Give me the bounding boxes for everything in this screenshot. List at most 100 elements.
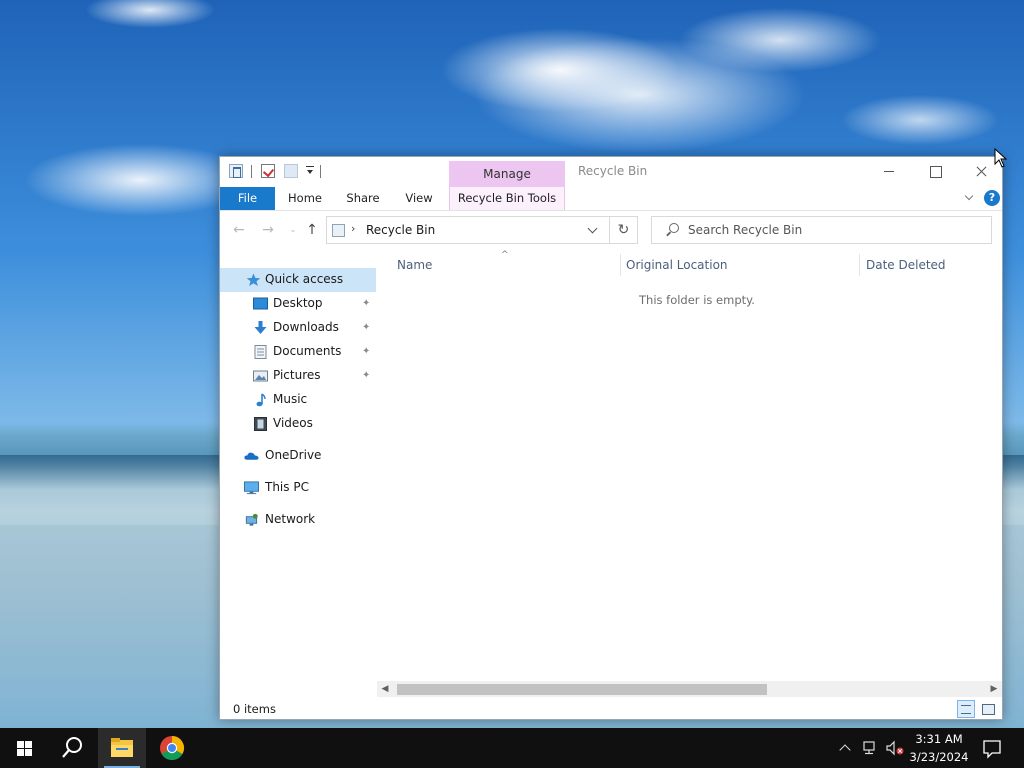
minimize-button[interactable] xyxy=(866,157,912,187)
scroll-left-icon[interactable]: ◀ xyxy=(379,683,391,695)
sidebar-item-downloads[interactable]: Downloads ✦ xyxy=(220,316,376,340)
sidebar-item-network[interactable]: Network xyxy=(220,508,376,532)
taskbar: 3:31 AM 3/23/2024 xyxy=(0,728,1024,768)
sidebar-item-label: OneDrive xyxy=(265,448,322,462)
network-icon xyxy=(245,513,258,526)
sidebar-item-label: Quick access xyxy=(265,272,344,286)
clock-time: 3:31 AM xyxy=(915,732,963,746)
tab-home[interactable]: Home xyxy=(278,187,332,210)
tab-share[interactable]: Share xyxy=(336,187,390,210)
pin-icon[interactable]: ✦ xyxy=(362,322,371,333)
pin-icon[interactable]: ✦ xyxy=(362,370,371,381)
sidebar-item-onedrive[interactable]: OneDrive xyxy=(220,444,376,468)
sidebar-item-label: Documents xyxy=(273,344,342,358)
sidebar-item-label: Desktop xyxy=(273,296,323,310)
tab-view[interactable]: View xyxy=(392,187,446,210)
sidebar-item-label: Downloads xyxy=(273,320,339,334)
column-header-date-deleted[interactable]: Date Deleted xyxy=(866,258,946,272)
sidebar-item-this-pc[interactable]: This PC xyxy=(220,476,376,500)
search-icon xyxy=(666,223,679,235)
title-bar[interactable]: Manage Recycle Bin xyxy=(220,157,1002,187)
address-bar[interactable]: › Recycle Bin ↻ xyxy=(326,216,638,244)
notification-icon xyxy=(983,740,1001,759)
ribbon-tabs: File Home Share View Recycle Bin Tools ? xyxy=(220,187,1002,211)
sidebar-item-pictures[interactable]: Pictures ✦ xyxy=(220,364,376,388)
manage-contextual-tab: Manage xyxy=(449,161,565,187)
address-history-dropdown-icon[interactable] xyxy=(587,225,599,235)
up-arrow-icon[interactable]: ↑ xyxy=(304,222,320,238)
scrollbar-thumb[interactable] xyxy=(397,684,767,695)
sidebar-item-music[interactable]: Music xyxy=(220,388,376,412)
sidebar-item-label: Videos xyxy=(273,416,313,430)
file-explorer-window[interactable]: Manage Recycle Bin File Home Share View … xyxy=(219,156,1003,720)
refresh-button[interactable]: ↻ xyxy=(609,217,637,243)
sidebar-item-label: This PC xyxy=(265,480,309,494)
file-list[interactable]: ^ Name Original Location Date Deleted Th… xyxy=(377,250,1002,690)
chrome-icon xyxy=(160,735,184,761)
sidebar-item-quick-access[interactable]: Quick access xyxy=(220,268,376,292)
documents-icon xyxy=(254,345,267,359)
breadcrumb-chevron-icon[interactable]: › xyxy=(351,222,355,235)
mouse-cursor-icon xyxy=(994,148,1008,168)
item-count: 0 items xyxy=(233,702,276,716)
toolbar-separator xyxy=(251,165,252,178)
action-center-button[interactable] xyxy=(978,728,1006,768)
scroll-right-icon[interactable]: ▶ xyxy=(988,683,1000,695)
tab-file[interactable]: File xyxy=(220,187,275,210)
sidebar-item-label: Pictures xyxy=(273,368,321,382)
search-input[interactable] xyxy=(688,222,978,238)
new-folder-icon[interactable] xyxy=(284,164,298,178)
pin-icon[interactable]: ✦ xyxy=(362,298,371,309)
sidebar-item-videos[interactable]: Videos xyxy=(220,412,376,436)
onedrive-icon xyxy=(244,452,259,460)
chrome-taskbar-button[interactable] xyxy=(148,728,196,768)
music-icon xyxy=(256,393,266,407)
navigation-pane: Quick access Desktop ✦ Downloads ✦ Docum… xyxy=(220,267,376,697)
toolbar-separator xyxy=(320,165,321,178)
expand-ribbon-icon[interactable] xyxy=(964,192,976,204)
search-box[interactable] xyxy=(651,216,992,244)
recycle-bin-icon[interactable] xyxy=(229,164,243,178)
pin-icon[interactable]: ✦ xyxy=(362,346,371,357)
videos-icon xyxy=(254,417,267,431)
properties-icon[interactable] xyxy=(261,164,275,178)
customize-toolbar-dropdown-icon[interactable] xyxy=(306,166,314,176)
recycle-bin-icon xyxy=(332,224,345,237)
tab-recycle-bin-tools[interactable]: Recycle Bin Tools xyxy=(449,187,565,210)
this-pc-icon xyxy=(244,481,259,495)
help-icon[interactable]: ? xyxy=(984,190,1000,206)
file-explorer-taskbar-button[interactable] xyxy=(98,728,146,768)
clock-date: 3/23/2024 xyxy=(909,750,969,764)
large-icons-view-icon[interactable] xyxy=(980,701,996,717)
sidebar-item-documents[interactable]: Documents ✦ xyxy=(220,340,376,364)
sidebar-item-label: Network xyxy=(265,512,316,526)
pictures-icon xyxy=(253,370,268,382)
taskbar-search-button[interactable] xyxy=(48,728,96,768)
horizontal-scrollbar[interactable]: ◀ ▶ xyxy=(377,681,1002,697)
sidebar-item-label: Music xyxy=(273,392,308,406)
file-explorer-icon xyxy=(111,738,133,757)
breadcrumb[interactable]: Recycle Bin xyxy=(366,223,435,237)
window-title: Recycle Bin xyxy=(578,164,648,178)
network-status-icon[interactable] xyxy=(862,740,880,756)
desktop-icon xyxy=(253,297,268,310)
details-view-icon[interactable] xyxy=(957,700,975,718)
recent-locations-icon[interactable]: ⌄ xyxy=(285,222,301,238)
navigation-bar: ← → ⌄ ↑ › Recycle Bin ↻ xyxy=(220,212,1002,250)
star-icon xyxy=(246,273,261,286)
maximize-button[interactable] xyxy=(912,157,958,187)
column-divider[interactable] xyxy=(859,254,860,276)
show-hidden-icons-icon[interactable] xyxy=(838,740,852,754)
taskbar-clock[interactable]: 3:31 AM 3/23/2024 xyxy=(906,730,972,766)
downloads-icon xyxy=(254,321,267,334)
search-icon xyxy=(62,737,82,758)
column-header-original-location[interactable]: Original Location xyxy=(626,258,728,272)
back-arrow-icon[interactable]: ← xyxy=(231,222,247,238)
volume-muted-icon[interactable] xyxy=(885,740,905,756)
start-button[interactable] xyxy=(0,728,48,768)
column-header-name[interactable]: Name xyxy=(397,258,432,272)
empty-folder-message: This folder is empty. xyxy=(639,293,755,307)
forward-arrow-icon[interactable]: → xyxy=(260,222,276,238)
sidebar-item-desktop[interactable]: Desktop ✦ xyxy=(220,292,376,316)
column-divider[interactable] xyxy=(620,254,621,276)
